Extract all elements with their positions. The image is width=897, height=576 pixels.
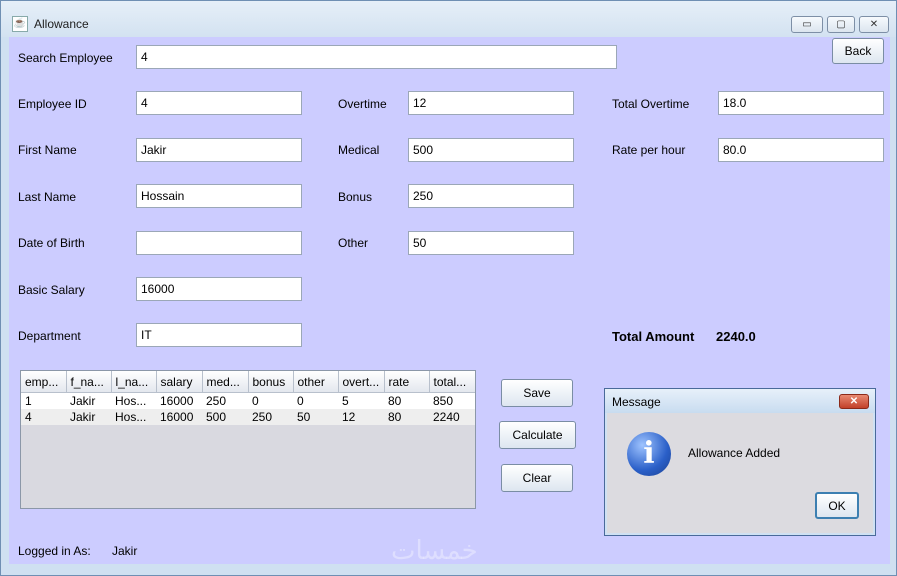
table-cell: 250 [248,409,293,425]
minimize-button[interactable]: ▭ [791,16,823,33]
column-header[interactable]: rate [384,371,430,393]
search-input[interactable]: 4 [136,45,617,69]
back-button[interactable]: Back [832,38,884,64]
column-header[interactable]: bonus [248,371,294,393]
bonus-label: Bonus [338,190,373,204]
total-amount-value: 2240.0 [716,329,756,344]
dialog-close-button[interactable]: ✕ [839,394,869,409]
overtime-label: Overtime [338,97,387,111]
table-cell: 500 [202,409,248,425]
title-bar[interactable]: ☕ Allowance ▭ ▢ ✕ [1,1,896,37]
table-cell: Hos... [111,409,156,425]
close-button[interactable]: ✕ [859,16,889,33]
table-cell: 80 [384,409,429,425]
employee-id-field[interactable]: 4 [136,91,302,115]
basic-salary-label: Basic Salary [18,283,85,297]
dialog-title: Message [612,395,661,409]
medical-field[interactable]: 500 [408,138,574,162]
column-header[interactable]: total... [429,371,475,393]
total-amount-label: Total Amount [612,329,695,344]
last-name-field[interactable]: Hossain [136,184,302,208]
table-cell: 4 [21,409,66,425]
other-field[interactable]: 50 [408,231,574,255]
table-cell: 850 [429,392,475,409]
table-cell: 1 [21,392,66,409]
column-header[interactable]: other [293,371,339,393]
calculate-button[interactable]: Calculate [499,421,576,449]
column-header[interactable]: med... [202,371,249,393]
table-cell: 0 [248,392,293,409]
maximize-button[interactable]: ▢ [827,16,855,33]
overtime-field[interactable]: 12 [408,91,574,115]
table-cell: 0 [293,392,338,409]
dialog-title-bar[interactable]: Message ✕ [605,389,875,413]
first-name-label: First Name [18,143,77,157]
ok-button[interactable]: OK [815,492,859,519]
table-row[interactable]: 1 Jakir Hos... 16000 250 0 0 5 80 850 [21,392,475,409]
message-dialog: Message ✕ i Allowance Added OK [604,388,876,536]
column-header[interactable]: f_na... [66,371,112,393]
java-icon: ☕ [12,16,28,32]
first-name-field[interactable]: Jakir [136,138,302,162]
dialog-message: Allowance Added [688,446,781,460]
column-header[interactable]: emp... [21,371,67,393]
table-cell: Jakir [66,392,111,409]
basic-salary-field[interactable]: 16000 [136,277,302,301]
table-cell: 250 [202,392,248,409]
other-label: Other [338,236,369,250]
column-header[interactable]: salary [156,371,203,393]
bonus-field[interactable]: 250 [408,184,574,208]
clear-button[interactable]: Clear [501,464,573,492]
dob-field[interactable] [136,231,302,255]
table-cell: 16000 [156,409,202,425]
logged-in-user: Jakir [112,544,138,558]
allowance-table[interactable]: emp... f_na... l_na... salary med... bon… [20,370,476,509]
table-cell: 16000 [156,392,202,409]
table-cell: 50 [293,409,338,425]
maximize-icon: ▢ [836,19,846,30]
department-label: Department [18,329,81,343]
table-header-row: emp... f_na... l_na... salary med... bon… [21,371,475,393]
save-button[interactable]: Save [501,379,573,407]
dialog-body: i Allowance Added OK [607,413,873,533]
info-icon: i [627,432,671,476]
last-name-label: Last Name [18,190,77,204]
total-overtime-label: Total Overtime [612,97,690,111]
total-overtime-field[interactable]: 18.0 [718,91,884,115]
table-cell: 5 [338,392,384,409]
table-cell: 80 [384,392,429,409]
table-cell: 12 [338,409,384,425]
column-header[interactable]: l_na... [111,371,157,393]
table-cell: Jakir [66,409,111,425]
department-field[interactable]: IT [136,323,302,347]
column-header[interactable]: overt... [338,371,385,393]
logged-in-label: Logged in As: [18,544,91,558]
medical-label: Medical [338,143,380,157]
table-cell: Hos... [111,392,156,409]
watermark: خمسات [391,536,478,566]
window-title: Allowance [34,17,89,31]
allowance-window: ☕ Allowance ▭ ▢ ✕ Search Employee 4 Back… [0,0,897,576]
employee-id-label: Employee ID [18,97,87,111]
close-icon: ✕ [849,396,859,407]
search-label: Search Employee [18,51,113,65]
close-icon: ✕ [869,19,879,30]
minimize-icon: ▭ [802,19,812,30]
rate-per-hour-label: Rate per hour [612,143,686,157]
rate-per-hour-field[interactable]: 80.0 [718,138,884,162]
table-cell: 2240 [429,409,475,425]
dob-label: Date of Birth [18,236,85,250]
table-row[interactable]: 4 Jakir Hos... 16000 500 250 50 12 80 22… [21,409,475,425]
